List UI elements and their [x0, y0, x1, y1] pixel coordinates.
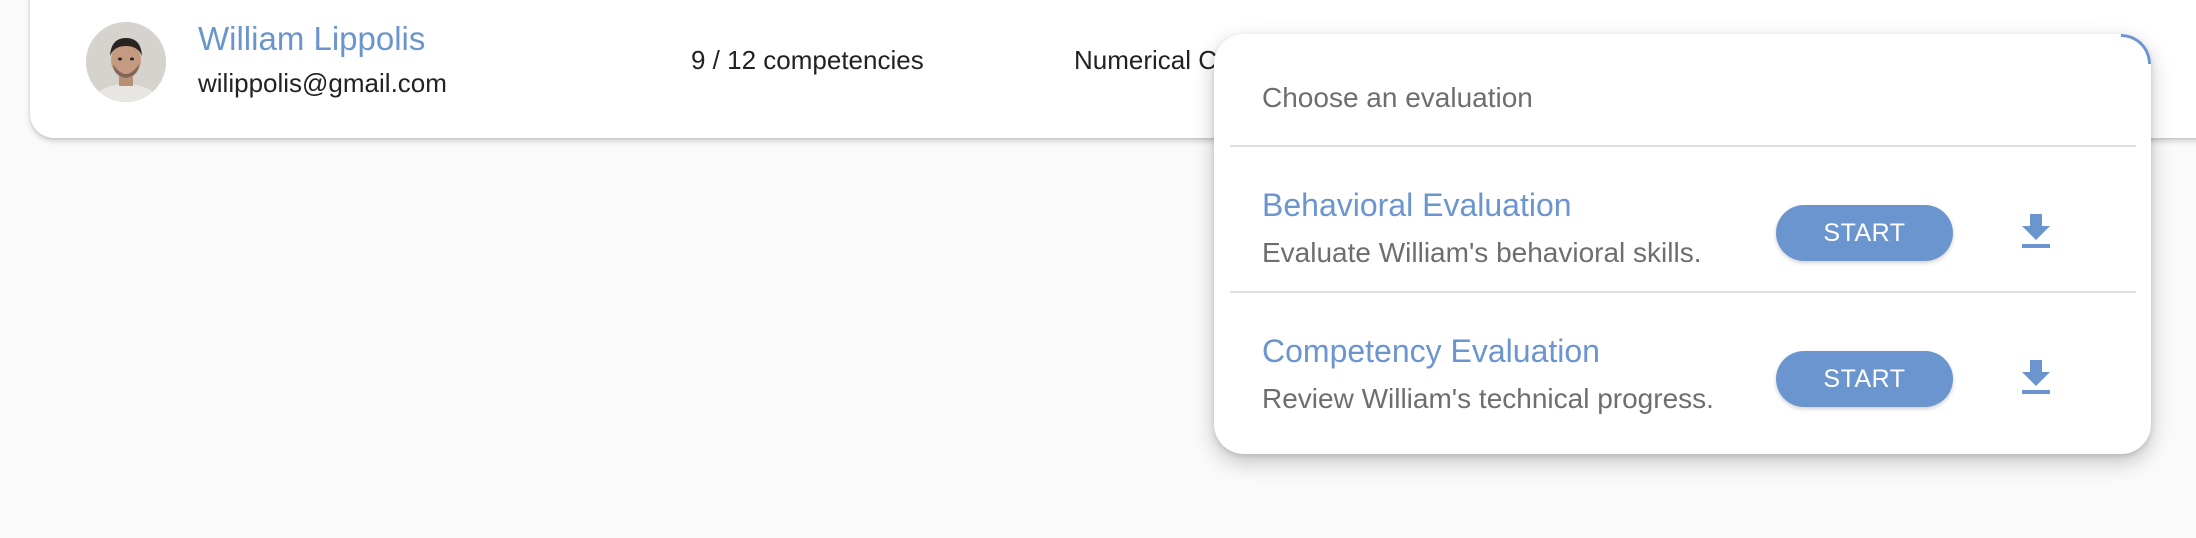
- evaluation-description: Review William's technical progress.: [1262, 383, 1714, 414]
- download-icon: [2019, 212, 2053, 255]
- evaluation-type-column: Numerical C: [1074, 45, 1218, 75]
- evaluation-title[interactable]: Competency Evaluation: [1262, 333, 1600, 370]
- app-screen: William Lippolis wilippolis@gmail.com 9 …: [0, 0, 2196, 538]
- employee-name[interactable]: William Lippolis: [198, 20, 425, 58]
- evaluation-item-competency: Competency Evaluation Review William's t…: [1214, 293, 2151, 437]
- start-button[interactable]: START: [1776, 351, 1953, 407]
- evaluation-item-behavioral: Behavioral Evaluation Evaluate William's…: [1214, 147, 2151, 291]
- evaluation-description: Evaluate William's behavioral skills.: [1262, 237, 1702, 268]
- evaluation-title[interactable]: Behavioral Evaluation: [1262, 187, 1572, 224]
- download-button[interactable]: [2014, 351, 2058, 407]
- employee-email: wilippolis@gmail.com: [198, 68, 447, 98]
- evaluation-dropdown: Choose an evaluation Behavioral Evaluati…: [1214, 34, 2151, 454]
- competencies-count: 9 / 12 competencies: [691, 45, 924, 75]
- start-button[interactable]: START: [1776, 205, 1953, 261]
- download-button[interactable]: [2014, 205, 2058, 261]
- download-icon: [2019, 358, 2053, 401]
- dropdown-title: Choose an evaluation: [1262, 82, 1533, 113]
- avatar: [86, 22, 166, 102]
